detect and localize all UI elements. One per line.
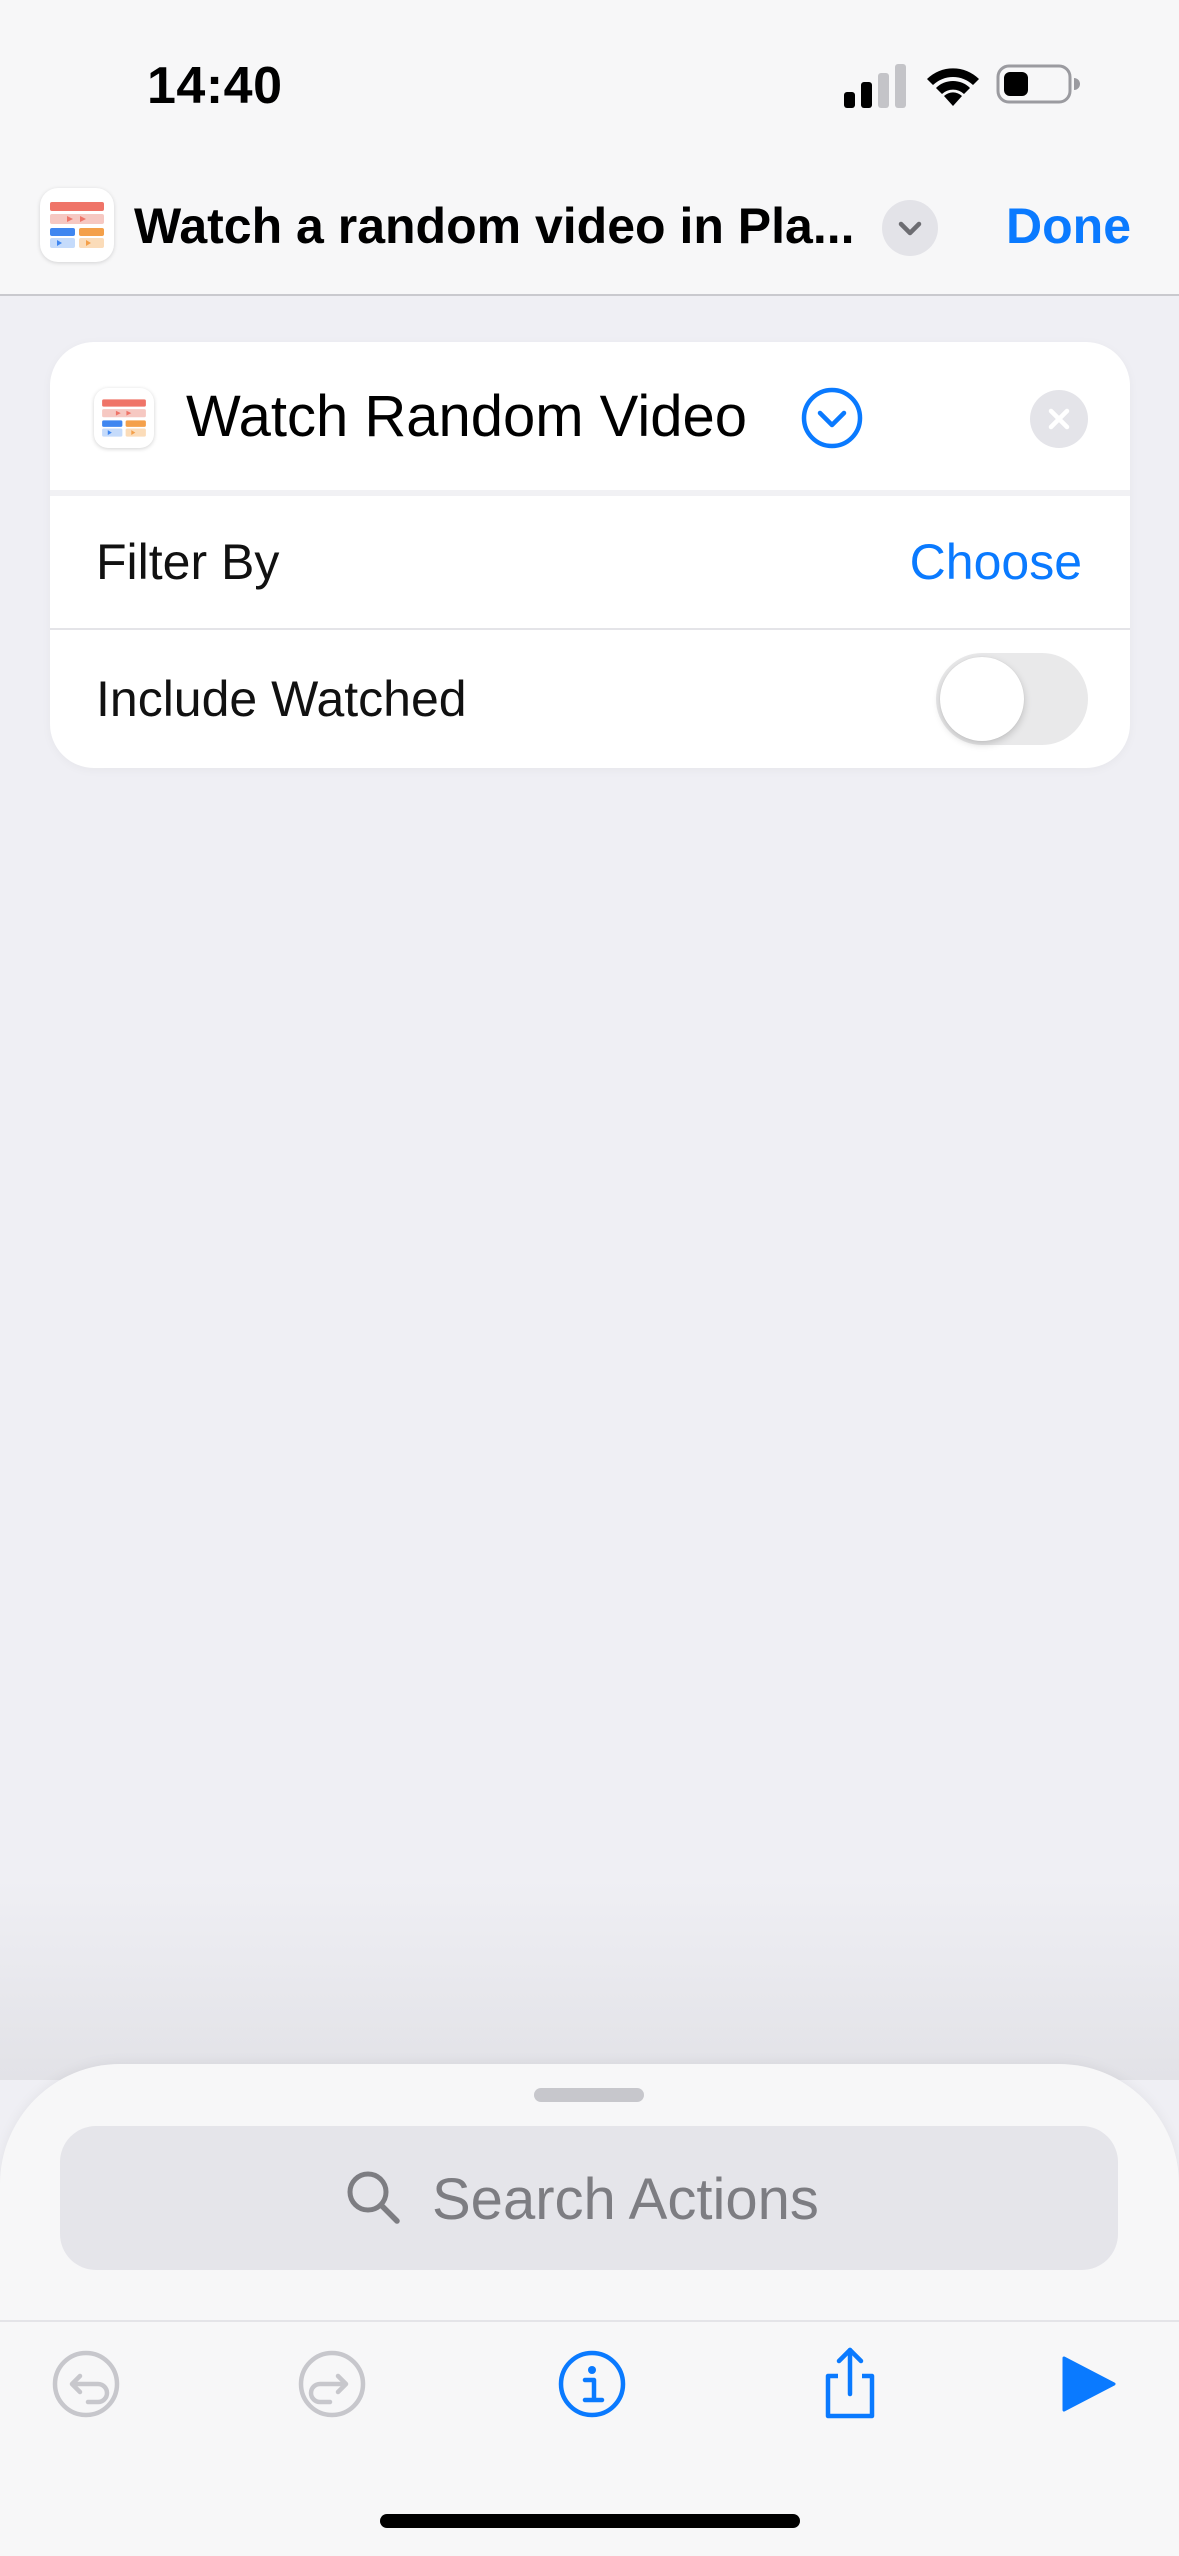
action-card: Watch Random Video Filter By Choose Incl… bbox=[50, 342, 1130, 768]
playlist-app-icon bbox=[50, 202, 104, 248]
status-time: 14:40 bbox=[147, 57, 283, 115]
cellular-signal-icon bbox=[844, 64, 906, 108]
action-app-icon bbox=[94, 388, 154, 448]
bottom-fade bbox=[0, 1880, 1179, 2080]
expand-chevron-icon[interactable] bbox=[800, 386, 864, 450]
done-button[interactable]: Done bbox=[1006, 196, 1131, 256]
remove-action-button[interactable] bbox=[1030, 390, 1088, 448]
action-header: Watch Random Video bbox=[50, 342, 1130, 490]
play-icon[interactable] bbox=[1048, 2344, 1128, 2424]
redo-icon[interactable] bbox=[292, 2344, 372, 2424]
undo-icon[interactable] bbox=[46, 2344, 126, 2424]
include-watched-label: Include Watched bbox=[96, 671, 467, 727]
chevron-down-icon bbox=[898, 221, 922, 236]
share-icon[interactable] bbox=[810, 2344, 890, 2424]
nav-bar: Watch a random video in Pla... Done bbox=[0, 170, 1179, 296]
filter-by-label: Filter By bbox=[96, 534, 280, 590]
info-icon[interactable] bbox=[552, 2344, 632, 2424]
filter-by-choose-button[interactable]: Choose bbox=[910, 533, 1082, 591]
title-menu-button[interactable] bbox=[882, 200, 938, 256]
include-watched-row: Include Watched bbox=[50, 630, 1130, 768]
action-title: Watch Random Video bbox=[186, 384, 747, 449]
wifi-icon bbox=[927, 68, 979, 106]
status-bar: 14:40 bbox=[0, 0, 1179, 170]
battery-icon bbox=[996, 64, 1080, 104]
close-icon bbox=[1048, 408, 1070, 430]
filter-by-row[interactable]: Filter By Choose bbox=[50, 496, 1130, 628]
include-watched-toggle[interactable] bbox=[936, 653, 1088, 745]
actions-sheet: Search Actions bbox=[0, 2064, 1179, 2556]
toggle-knob bbox=[940, 657, 1024, 741]
search-icon bbox=[347, 2171, 400, 2224]
search-placeholder: Search Actions bbox=[432, 2167, 819, 2232]
shortcut-title[interactable]: Watch a random video in Pla... bbox=[134, 196, 854, 256]
home-indicator[interactable] bbox=[380, 2514, 800, 2528]
app-icon[interactable] bbox=[40, 188, 114, 262]
search-actions-field[interactable]: Search Actions bbox=[60, 2126, 1118, 2270]
playlist-app-icon bbox=[102, 399, 146, 437]
sheet-grabber[interactable] bbox=[534, 2088, 644, 2102]
editor-toolbar bbox=[0, 2320, 1179, 2460]
